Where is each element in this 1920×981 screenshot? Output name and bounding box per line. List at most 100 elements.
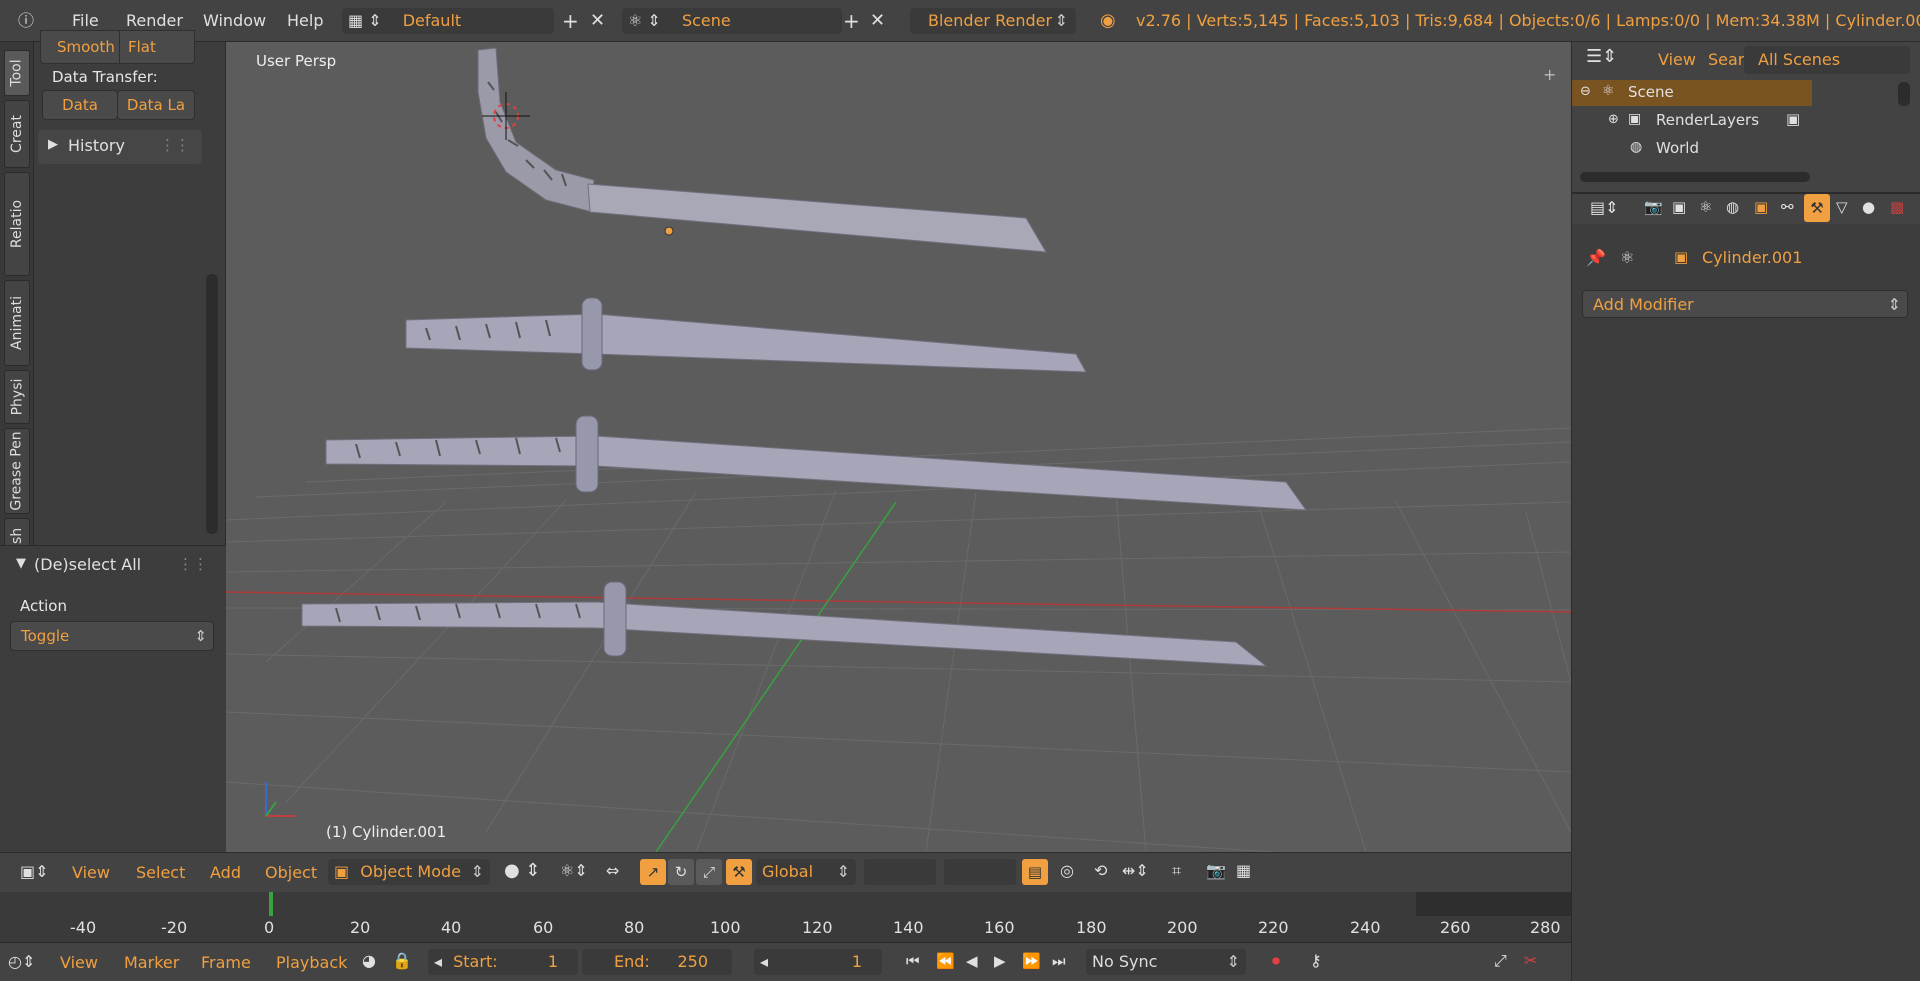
editor-type-icon[interactable]: ▣⇕ <box>20 862 49 881</box>
current-frame-marker[interactable] <box>269 892 273 916</box>
tab-create[interactable]: Creat <box>4 100 30 168</box>
menu-window[interactable]: Window <box>203 0 266 42</box>
flat-button[interactable]: Flat <box>119 30 195 64</box>
render-layers-icon[interactable]: ▣ <box>1672 198 1686 216</box>
add-modifier-dropdown[interactable]: Add Modifier ⇕ <box>1582 290 1908 318</box>
menu-view[interactable]: View <box>1658 50 1696 69</box>
delete-keyframe-icon[interactable]: ✂ <box>1524 951 1537 970</box>
material-icon[interactable]: ● <box>1862 198 1875 216</box>
end-frame-field[interactable]: End: 250 <box>582 949 732 975</box>
tab-grease-pencil[interactable]: Grease Pen <box>4 428 30 514</box>
current-frame-field[interactable]: ◂ 1 <box>754 949 882 975</box>
keying-set-icon[interactable]: ◕ <box>362 951 376 970</box>
drag-handle-icon[interactable]: ⋮⋮ <box>178 555 208 573</box>
proportional-edit-icon[interactable]: ◎ <box>1060 861 1074 880</box>
constraints-icon[interactable]: ⚯ <box>1781 198 1794 216</box>
outliner-row-scene[interactable]: ⊖ ⚛ Scene <box>1572 80 1812 106</box>
sword-object[interactable] <box>477 47 1047 253</box>
scene-selector[interactable]: ⚛ ⇕ Scene <box>622 8 842 34</box>
jump-to-keyframe-back-icon[interactable]: ⏪ <box>936 952 955 970</box>
lock-layers-icon[interactable]: ▤ <box>1022 859 1048 885</box>
pivot-point-icon[interactable]: ⚛⇕ <box>560 861 588 880</box>
scene-icon[interactable]: ⚛ <box>1699 198 1712 216</box>
falloff-icon[interactable]: ⟲ <box>1094 861 1107 880</box>
rotate-manipulator-icon[interactable]: ↻ <box>668 859 694 885</box>
viewport-shading-icon[interactable]: ● ⇕ <box>504 860 541 881</box>
play-reverse-icon[interactable]: ◀ <box>966 952 978 970</box>
scrollbar[interactable] <box>206 274 218 534</box>
data-layout-button[interactable]: Data La <box>117 90 195 120</box>
action-dropdown[interactable]: Toggle ⇕ <box>10 621 214 651</box>
object-icon[interactable]: ▣ <box>1754 198 1768 216</box>
display-mode-selector[interactable]: All Scenes <box>1744 46 1910 74</box>
render-engine-selector[interactable]: Blender Render ⇕ <box>910 8 1076 34</box>
manipulator-icon[interactable]: ⇔ <box>606 861 619 880</box>
start-frame-field[interactable]: ◂ Start: 1 <box>428 949 578 975</box>
play-icon[interactable]: ▶ <box>994 952 1006 970</box>
jump-to-start-icon[interactable]: ⏮ <box>906 952 920 970</box>
3d-viewport[interactable]: + User Persp (1) Cylinder.001 <box>226 42 1571 852</box>
snap-icon[interactable]: ⇹⇕ <box>1122 861 1149 880</box>
layer-buttons[interactable] <box>944 859 1016 885</box>
viewport-scene[interactable]: + <box>226 42 1571 852</box>
render-icon[interactable]: 📷 <box>1644 198 1663 216</box>
menu-view[interactable]: View <box>72 863 110 882</box>
outliner-row-renderlayers[interactable]: ⊕ ▣ RenderLayers ▣ <box>1572 108 1812 134</box>
menu-marker[interactable]: Marker <box>124 953 179 972</box>
history-panel-header[interactable]: ▶ History ⋮⋮ <box>38 130 202 164</box>
translate-manipulator-icon[interactable]: ↗ <box>640 859 666 885</box>
jump-to-keyframe-forward-icon[interactable]: ⏩ <box>1022 952 1041 970</box>
wrench-icon[interactable]: ⚒ <box>726 859 752 885</box>
expand-icon[interactable]: ⊕ <box>1608 112 1619 127</box>
add-scene-icon[interactable]: + <box>843 0 860 42</box>
tab-tool[interactable]: Tool <box>4 50 30 96</box>
properties-editor-icon[interactable]: ▤⇕ <box>1590 198 1619 217</box>
menu-select[interactable]: Select <box>136 863 185 882</box>
modifiers-wrench-icon[interactable]: ⚒ <box>1804 194 1830 222</box>
operator-panel-header[interactable]: ▼ (De)select All ⋮⋮ <box>0 545 226 585</box>
tab-animation[interactable]: Animati <box>4 280 30 366</box>
tab-relations[interactable]: Relatio <box>4 172 30 276</box>
info-editor-icon[interactable]: ⓘ <box>14 0 38 42</box>
lock-icon[interactable]: 🔒 <box>392 951 412 970</box>
menu-help[interactable]: Help <box>287 0 323 42</box>
menu-view[interactable]: View <box>60 953 98 972</box>
world-icon[interactable]: ◍ <box>1726 198 1739 216</box>
snap-element-icon[interactable]: ⌗ <box>1172 861 1181 881</box>
scrollbar[interactable] <box>1580 172 1810 182</box>
tab-physics[interactable]: Physi <box>4 370 30 424</box>
menu-object[interactable]: Object <box>265 863 317 882</box>
keying-icon[interactable]: ⚷ <box>1310 951 1322 970</box>
sword-object[interactable] <box>325 415 1308 511</box>
menu-add[interactable]: Add <box>210 863 241 882</box>
jump-to-end-icon[interactable]: ⏭ <box>1052 952 1066 970</box>
layer-buttons[interactable] <box>864 859 936 885</box>
mode-selector[interactable]: ▣ Object Mode ⇕ <box>328 859 490 885</box>
drag-handle-icon[interactable]: ⋮⋮ <box>160 136 190 154</box>
render-animation-icon[interactable]: ▦ <box>1236 861 1251 880</box>
toggle-properties-icon[interactable]: + <box>1543 65 1556 84</box>
object-name-breadcrumb[interactable]: Cylinder.001 <box>1702 248 1802 267</box>
smooth-button[interactable]: Smooth <box>40 30 120 64</box>
data-icon[interactable]: ▽ <box>1836 198 1848 216</box>
data-button[interactable]: Data <box>42 90 118 120</box>
transform-orientation-selector[interactable]: Global ⇕ <box>756 859 856 885</box>
render-camera-icon[interactable]: 📷 <box>1206 861 1226 880</box>
close-layout-icon[interactable]: ✕ <box>590 0 605 42</box>
pin-icon[interactable]: 📌 <box>1586 248 1606 267</box>
outliner-editor-icon[interactable]: ☰⇕ <box>1586 46 1617 67</box>
timeline-ruler[interactable]: -40 -20 0 20 40 60 80 100 120 140 160 18… <box>0 892 1571 942</box>
sword-object[interactable] <box>405 297 1087 373</box>
timeline-editor-icon[interactable]: ◴⇕ <box>8 952 35 971</box>
insert-keyframe-icon[interactable]: ⤢ <box>1494 951 1507 971</box>
sync-mode-selector[interactable]: No Sync ⇕ <box>1086 949 1246 975</box>
outliner-row-world[interactable]: ◍ World <box>1572 136 1812 162</box>
scale-manipulator-icon[interactable]: ⤢ <box>696 859 722 885</box>
menu-playback[interactable]: Playback <box>276 953 347 972</box>
scrollbar[interactable] <box>1898 82 1910 106</box>
menu-frame[interactable]: Frame <box>201 953 251 972</box>
close-scene-icon[interactable]: ✕ <box>870 0 885 42</box>
collapse-icon[interactable]: ⊖ <box>1580 84 1591 99</box>
texture-icon[interactable]: ▩ <box>1890 198 1904 216</box>
record-icon[interactable]: ⏺ <box>1272 951 1280 971</box>
